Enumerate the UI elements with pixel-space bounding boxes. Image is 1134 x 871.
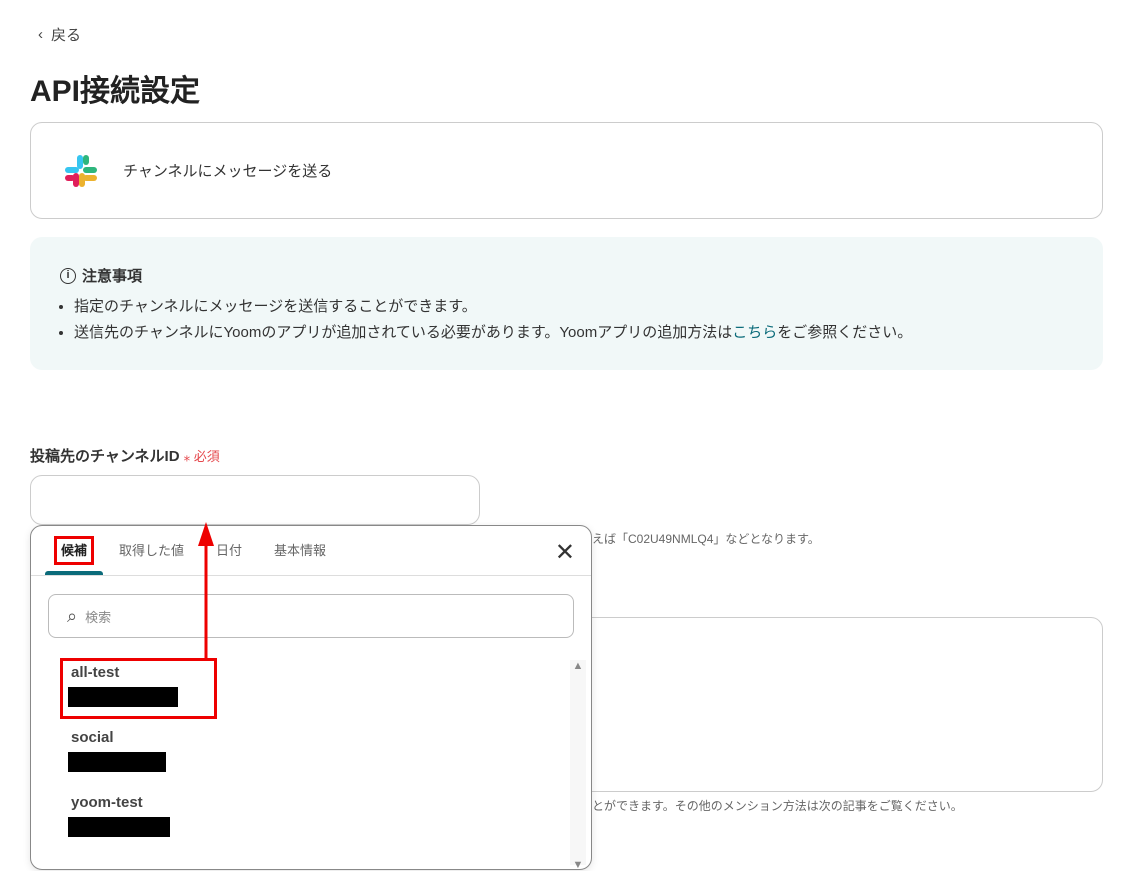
page-title: API接続設定 — [30, 75, 201, 108]
channel-id-input[interactable] — [30, 475, 480, 525]
tab-candidates[interactable]: 候補 — [45, 526, 104, 575]
list-item[interactable]: yoom-test — [31, 794, 591, 837]
highlight-box — [60, 658, 217, 719]
app-card: チャンネルにメッセージを送る — [30, 122, 1103, 219]
search-input[interactable]: ⌕ 検索 — [48, 594, 574, 638]
tab-basic-info[interactable]: 基本情報 — [258, 526, 342, 575]
required-badge: ⁎ 必須 — [183, 449, 220, 464]
redacted-id — [68, 752, 166, 772]
action-name: チャンネルにメッセージを送る — [123, 163, 333, 180]
message-textarea[interactable] — [560, 617, 1103, 792]
message-hint: とができます。その他のメンション方法は次の記事をご覧ください。 — [592, 799, 963, 813]
redacted-id — [68, 817, 170, 837]
notice-box: i注意事項 指定のチャンネルにメッセージを送信することができます。 送信先のチャ… — [30, 237, 1103, 370]
field-hint: えば「C02U49NMLQ4」などとなります。 — [592, 532, 820, 546]
list-item[interactable]: social — [31, 729, 591, 772]
notice-item: 指定のチャンネルにメッセージを送信することができます。 — [74, 294, 1073, 320]
close-icon[interactable]: ✕ — [555, 538, 575, 567]
tab-fetched-values[interactable]: 取得した値 — [103, 526, 200, 575]
help-link[interactable]: こちら — [732, 324, 777, 341]
slack-icon — [65, 154, 97, 187]
scrollbar[interactable]: ▲ ▼ — [570, 660, 586, 871]
chevron-left-icon: ‹ — [38, 26, 43, 43]
notice-item: 送信先のチャンネルにYoomのアプリが追加されている必要があります。Yoomアプ… — [74, 320, 1073, 346]
search-icon: ⌕ — [67, 605, 78, 626]
channel-id-label: 投稿先のチャンネルID ⁎ 必須 — [30, 448, 220, 465]
back-link[interactable]: ‹ 戻る — [38, 24, 81, 45]
annotation-arrow — [198, 522, 214, 660]
info-icon: i — [60, 267, 76, 284]
